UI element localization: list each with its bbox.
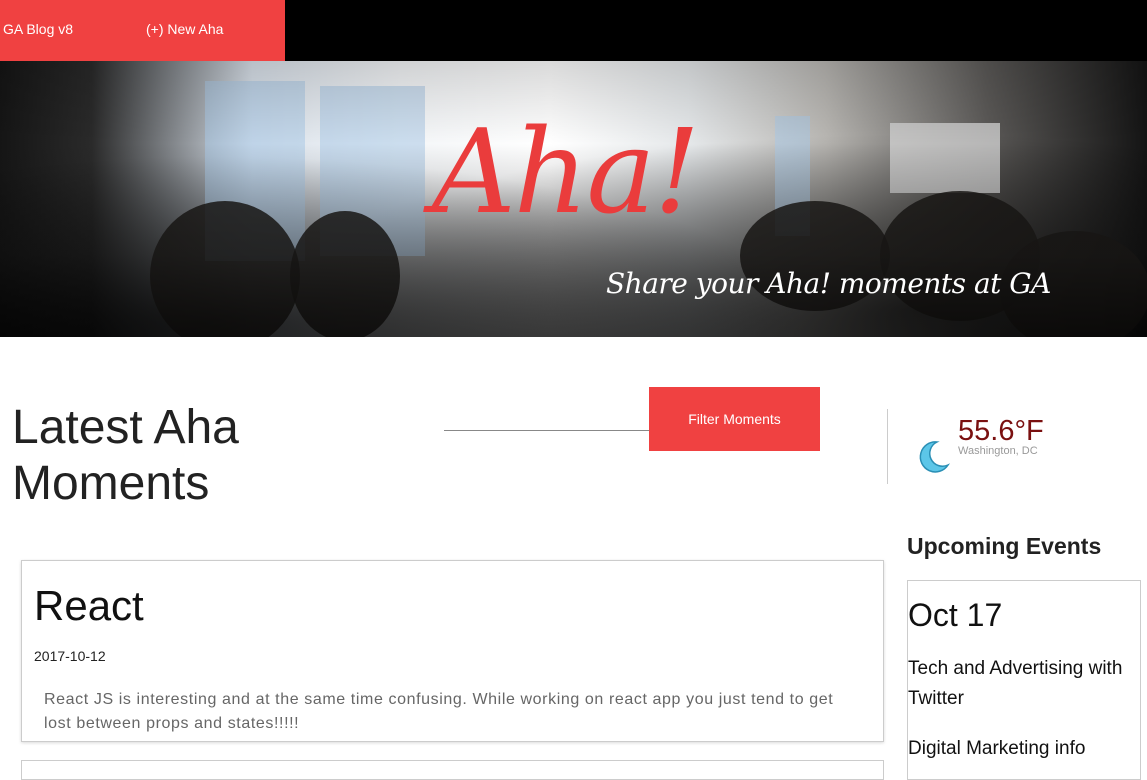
event-item[interactable]: Tech and Advertising with Twitter — [908, 654, 1140, 714]
page-title: Latest Aha Moments — [12, 401, 239, 510]
hero-subtitle: Share your Aha! moments at GA — [606, 267, 1051, 300]
post-card-next[interactable] — [21, 760, 884, 780]
divider-line — [444, 430, 650, 431]
brand-link[interactable]: GA Blog v8 — [3, 0, 73, 61]
post-body: React JS is interesting and at the same … — [44, 691, 834, 732]
post-card[interactable]: React 2017-10-12 React JS is interesting… — [21, 560, 884, 742]
upcoming-events-heading: Upcoming Events — [907, 533, 1102, 559]
event-date: Oct 17 — [908, 597, 1003, 633]
event-item[interactable]: Digital Marketing info — [908, 734, 1140, 764]
hero-title: Aha! — [432, 105, 700, 240]
filter-moments-button[interactable]: Filter Moments — [649, 387, 820, 451]
weather-widget: 55.6°F Washington, DC — [887, 409, 1068, 484]
top-nav: GA Blog v8 (+) New Aha — [0, 0, 1147, 61]
moon-icon — [919, 441, 951, 473]
new-aha-link[interactable]: (+) New Aha — [146, 0, 223, 61]
events-card: Oct 17 Tech and Advertising with Twitter… — [907, 580, 1141, 780]
nav-accent-block: GA Blog v8 (+) New Aha — [0, 0, 285, 61]
weather-location: Washington, DC — [958, 445, 1038, 457]
post-date: 2017-10-12 — [34, 648, 106, 664]
hero-banner: Aha! Share your Aha! moments at GA — [0, 61, 1147, 337]
post-title[interactable]: React — [34, 582, 144, 630]
